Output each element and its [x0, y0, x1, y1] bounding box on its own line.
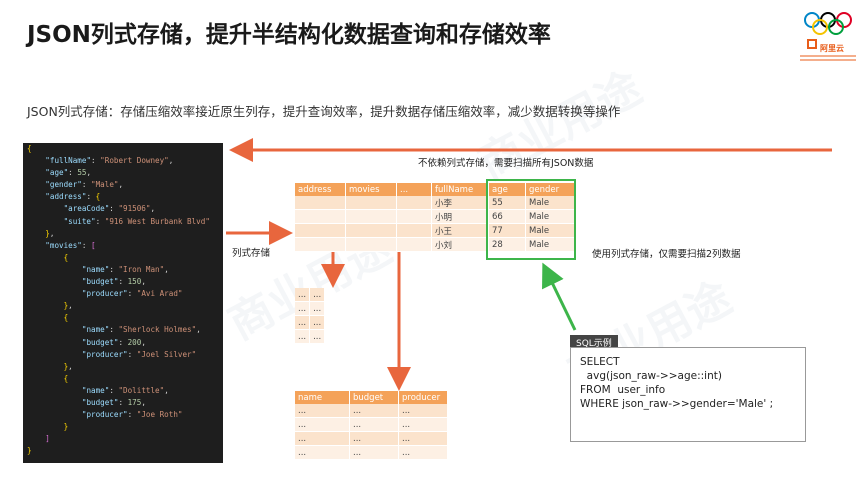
table-cell	[345, 209, 397, 224]
table-row: .........	[295, 417, 448, 432]
table-cell	[295, 237, 346, 252]
column-header: fullName	[431, 183, 489, 196]
table-cell: ...	[295, 315, 311, 330]
table-cell: ...	[309, 329, 326, 344]
movies-table: name budget producer .....................…	[295, 391, 448, 460]
label-two-columns: 使用列式存储，仅需要扫描2列数据	[592, 249, 741, 260]
table-row: .........	[295, 431, 448, 446]
table-cell: ...	[309, 315, 326, 330]
table-row: .........	[295, 445, 448, 460]
sql-line: WHERE json_raw->>gender='Male' ;	[580, 398, 774, 410]
table-cell	[345, 237, 397, 252]
table-cell: 小王	[431, 223, 489, 238]
table-row: ......	[295, 301, 326, 316]
column-header: name	[295, 391, 350, 404]
column-header: ...	[396, 183, 432, 196]
table-cell: ...	[398, 404, 448, 418]
table-cell: ...	[295, 445, 350, 460]
table-cell	[396, 196, 432, 210]
table-cell	[295, 209, 346, 224]
table-cell: ...	[398, 431, 448, 446]
label-columnar: 列式存储	[232, 248, 271, 259]
address-table: ........................	[295, 288, 326, 344]
table-cell: ...	[398, 445, 448, 460]
highlight-age-gender-box	[486, 179, 576, 260]
column-header: address	[295, 183, 346, 196]
column-header: movies	[345, 183, 397, 196]
sql-line: FROM user_info	[580, 384, 666, 396]
column-header: budget	[349, 391, 399, 404]
table-cell: ...	[349, 431, 399, 446]
table-cell	[396, 237, 432, 252]
table-cell: ...	[349, 417, 399, 432]
table-cell	[295, 196, 346, 210]
table-cell: ...	[309, 288, 326, 302]
table-cell: ...	[398, 417, 448, 432]
table-cell	[345, 196, 397, 210]
table-cell: ...	[349, 445, 399, 460]
label-full-scan: 不依赖列式存储，需要扫描所有JSON数据	[418, 158, 594, 169]
table-row: ......	[295, 288, 326, 302]
column-header: producer	[398, 391, 448, 404]
sql-line: SELECT	[580, 356, 620, 368]
table-cell: 小刘	[431, 237, 489, 252]
table-cell: ...	[295, 329, 311, 344]
table-cell: 小李	[431, 196, 489, 210]
table-row: ......	[295, 315, 326, 330]
table-cell	[345, 223, 397, 238]
table-row: .........	[295, 404, 448, 418]
table-cell: 小明	[431, 209, 489, 224]
table-cell: ...	[309, 301, 326, 316]
table-cell: ...	[295, 404, 350, 418]
table-cell: ...	[349, 404, 399, 418]
table-cell: ...	[295, 417, 350, 432]
sql-line: avg(json_raw->>age::int)	[580, 370, 722, 382]
table-row: ......	[295, 329, 326, 344]
table-cell: ...	[295, 301, 311, 316]
table-cell: ...	[295, 431, 350, 446]
table-cell: ...	[295, 288, 311, 302]
arrow-sql	[542, 262, 577, 331]
table-cell	[396, 209, 432, 224]
table-cell	[295, 223, 346, 238]
table-cell	[396, 223, 432, 238]
